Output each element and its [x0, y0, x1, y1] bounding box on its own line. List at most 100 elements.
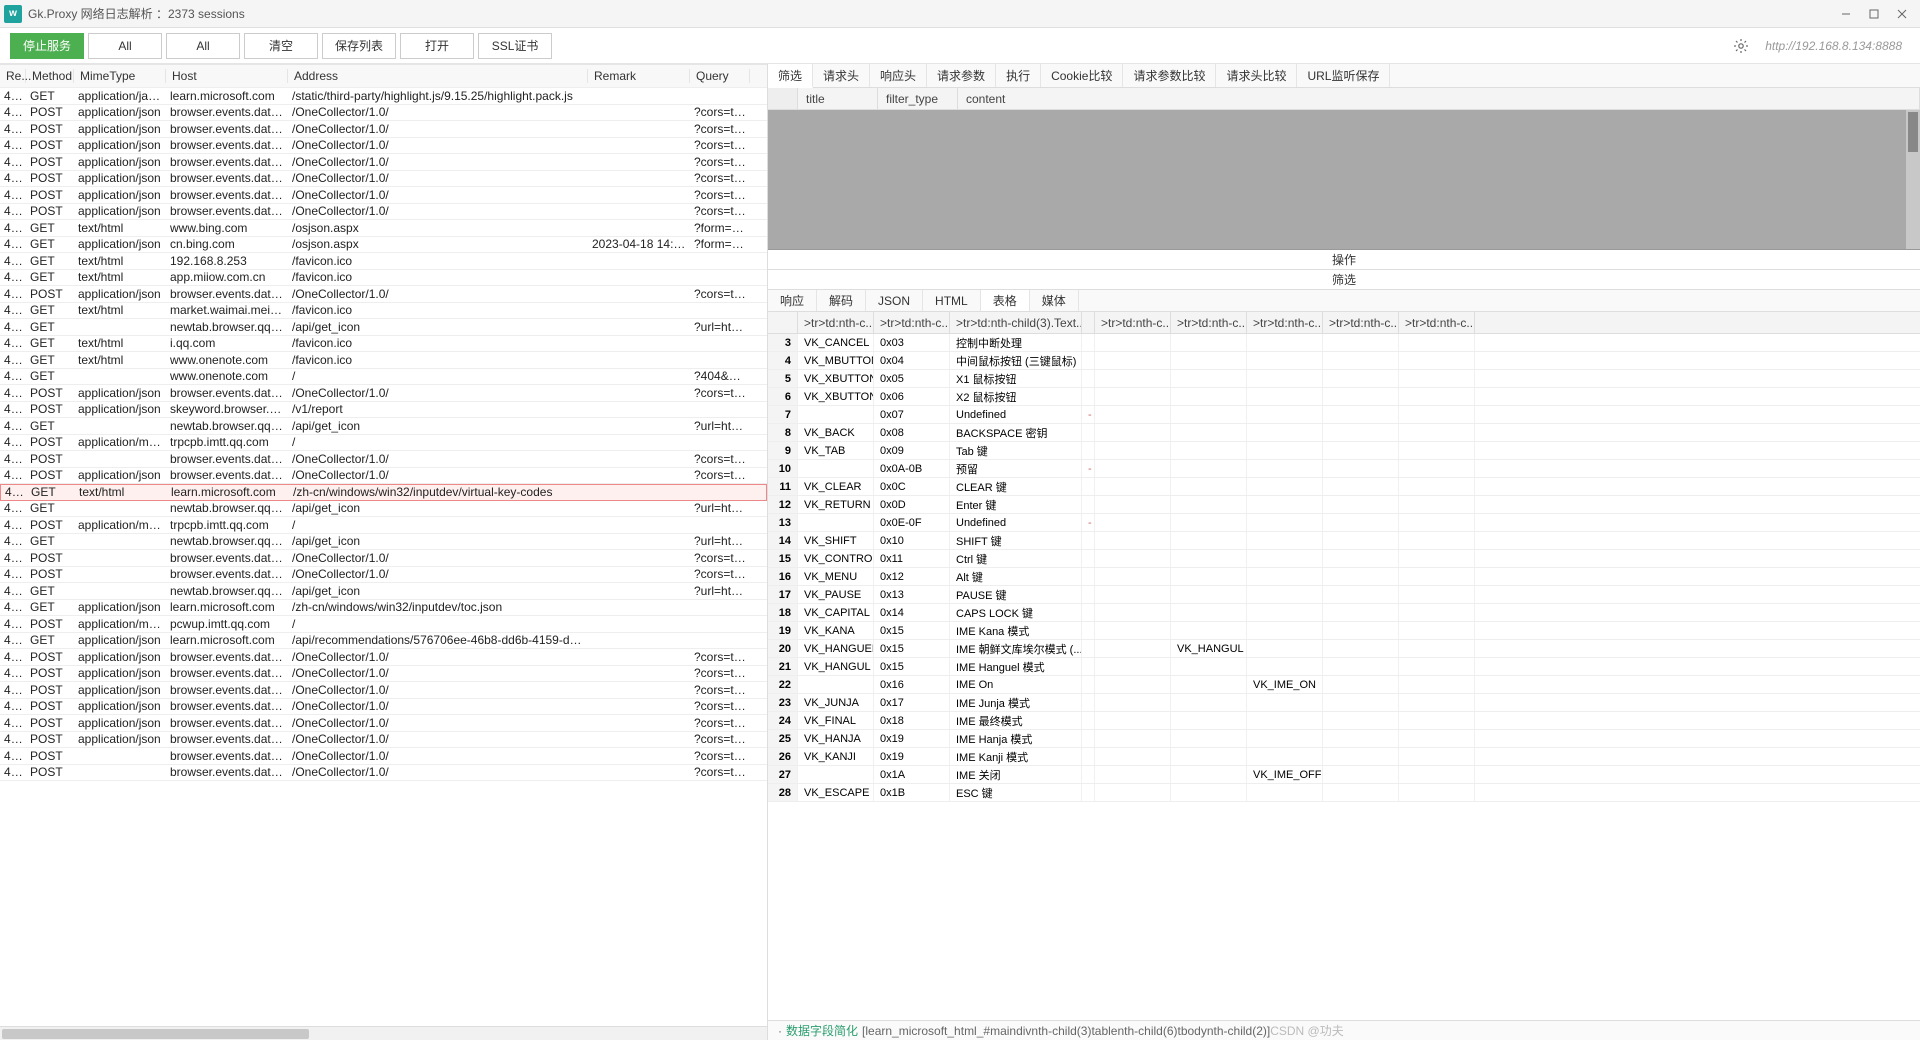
right-tab[interactable]: Cookie比较	[1041, 64, 1123, 87]
session-row[interactable]: 421...GETwww.onenote.com/?404&pub	[0, 369, 767, 386]
session-row[interactable]: 420...GETtext/htmlwww.bing.com/osjson.as…	[0, 220, 767, 237]
sub-tab[interactable]: 表格	[981, 290, 1030, 311]
session-row[interactable]: 421...GETnewtab.browser.qq.com/api/get_i…	[0, 583, 767, 600]
filter-row[interactable]: 筛选	[768, 270, 1920, 290]
session-row[interactable]: 421...GETnewtab.browser.qq.com/api/get_i…	[0, 319, 767, 336]
right-tab[interactable]: 请求参数	[927, 64, 996, 87]
vk-row[interactable]: 16VK_MENU0x12Alt 键	[768, 568, 1920, 586]
scrollbar-thumb[interactable]	[2, 1029, 309, 1039]
vk-row[interactable]: 5VK_XBUTTON10x05X1 鼠标按钮	[768, 370, 1920, 388]
session-row[interactable]: 421...GETtext/htmlwww.onenote.com/favico…	[0, 352, 767, 369]
sub-tab[interactable]: 响应	[768, 290, 817, 311]
vk-row[interactable]: 12VK_RETURN0x0DEnter 键	[768, 496, 1920, 514]
sub-tab[interactable]: 媒体	[1030, 290, 1079, 311]
vk-row[interactable]: 24VK_FINAL0x18IME 最终模式	[768, 712, 1920, 730]
sub-tab[interactable]: JSON	[866, 290, 923, 311]
vk-header-cell[interactable]: >tr>td:nth-c...	[1095, 312, 1171, 333]
maximize-icon[interactable]	[1860, 2, 1888, 26]
session-row[interactable]: 421...POSTapplication/jsonbrowser.events…	[0, 385, 767, 402]
session-row[interactable]: 421...POSTapplication/mult...trpcpb.imtt…	[0, 517, 767, 534]
vk-row[interactable]: 270x1AIME 关闭VK_IME_OFF	[768, 766, 1920, 784]
session-row[interactable]: 421...POSTapplication/jsonbrowser.events…	[0, 468, 767, 485]
session-row[interactable]: 421...POSTbrowser.events.data.mi.../OneC…	[0, 748, 767, 765]
sub-tab[interactable]: 解码	[817, 290, 866, 311]
session-row[interactable]: 421...GETnewtab.browser.qq.com/api/get_i…	[0, 501, 767, 518]
session-row[interactable]: 420...POSTapplication/jsonbrowser.events…	[0, 171, 767, 188]
vk-row[interactable]: 19VK_KANA0x15IME Kana 模式	[768, 622, 1920, 640]
session-row[interactable]: 420...POSTapplication/jsonbrowser.events…	[0, 105, 767, 122]
ssl-cert-button[interactable]: SSL证书	[478, 33, 552, 59]
right-tab[interactable]: 请求头比较	[1216, 64, 1297, 87]
vk-row[interactable]: 70x07Undefined-	[768, 406, 1920, 424]
sub-tab[interactable]: HTML	[923, 290, 981, 311]
vk-header-cell[interactable]	[768, 312, 798, 333]
right-tab[interactable]: 筛选	[768, 64, 813, 88]
session-row[interactable]: 421...POSTbrowser.events.data.mi.../OneC…	[0, 550, 767, 567]
vk-row[interactable]: 220x16IME OnVK_IME_ON	[768, 676, 1920, 694]
session-row[interactable]: 421...GETtext/htmllearn.microsoft.com/zh…	[0, 484, 767, 501]
vk-row[interactable]: 100x0A-0B预留-	[768, 460, 1920, 478]
settings-gear-icon[interactable]	[1729, 34, 1753, 58]
right-tab[interactable]: URL监听保存	[1297, 64, 1390, 87]
filter-vscroll[interactable]	[1906, 110, 1920, 249]
vk-row[interactable]: 15VK_CONTROL0x11Ctrl 键	[768, 550, 1920, 568]
session-row[interactable]: 421...POSTapplication/jsonbrowser.events…	[0, 699, 767, 716]
vk-row[interactable]: 14VK_SHIFT0x10SHIFT 键	[768, 532, 1920, 550]
session-row[interactable]: 420...GETapplication/java...learn.micros…	[0, 88, 767, 105]
vk-row[interactable]: 11VK_CLEAR0x0CCLEAR 键	[768, 478, 1920, 496]
vk-row[interactable]: 130x0E-0FUndefined-	[768, 514, 1920, 532]
col-request[interactable]: Re...	[0, 69, 26, 83]
vk-table-wrap[interactable]: >tr>td:nth-c...>tr>td:nth-c...>tr>td:nth…	[768, 312, 1920, 1020]
vk-row[interactable]: 18VK_CAPITAL0x14CAPS LOCK 键	[768, 604, 1920, 622]
vk-row[interactable]: 23VK_JUNJA0x17IME Junja 模式	[768, 694, 1920, 712]
session-row[interactable]: 421...POSTapplication/jsonbrowser.events…	[0, 732, 767, 749]
session-row[interactable]: 421...POSTapplication/mult...trpcpb.imtt…	[0, 435, 767, 452]
close-icon[interactable]	[1888, 2, 1916, 26]
open-button[interactable]: 打开	[400, 33, 474, 59]
session-row[interactable]: 421...GETapplication/jsonlearn.microsoft…	[0, 600, 767, 617]
stop-service-button[interactable]: 停止服务	[10, 33, 84, 59]
session-row[interactable]: 421...POSTapplication/mult...pcwup.imtt.…	[0, 616, 767, 633]
vk-header-cell[interactable]: >tr>td:nth-c...	[1399, 312, 1475, 333]
save-list-button[interactable]: 保存列表	[322, 33, 396, 59]
vk-row[interactable]: 3VK_CANCEL0x03控制中断处理	[768, 334, 1920, 352]
session-row[interactable]: 421...POSTapplication/jsonskeyword.brows…	[0, 402, 767, 419]
session-row[interactable]: 421...POSTapplication/jsonbrowser.events…	[0, 682, 767, 699]
all-button-2[interactable]: All	[166, 33, 240, 59]
vk-row[interactable]: 8VK_BACK0x08BACKSPACE 密钥	[768, 424, 1920, 442]
col-method[interactable]: Method	[26, 69, 74, 83]
session-row[interactable]: 421...POSTbrowser.events.data.mi.../OneC…	[0, 567, 767, 584]
session-row[interactable]: 421...GETapplication/jsoncn.bing.com/osj…	[0, 237, 767, 254]
right-tab[interactable]: 请求头	[813, 64, 870, 87]
right-tab[interactable]: 执行	[996, 64, 1041, 87]
filter-col-type[interactable]: filter_type	[878, 88, 958, 109]
col-remark[interactable]: Remark	[588, 69, 690, 83]
session-row[interactable]: 421...POSTapplication/jsonbrowser.events…	[0, 649, 767, 666]
vk-row[interactable]: 20VK_HANGUEL0x15IME 朝鲜文库埃尔模式 (...VK_HANG…	[768, 640, 1920, 658]
vk-header-cell[interactable]: >tr>td:nth-c...	[798, 312, 874, 333]
status-link[interactable]: 数据字段简化	[786, 1022, 858, 1039]
session-row[interactable]: 420...POSTapplication/jsonbrowser.events…	[0, 187, 767, 204]
filter-col-title[interactable]: title	[798, 88, 878, 109]
vk-row[interactable]: 28VK_ESCAPE0x1BESC 键	[768, 784, 1920, 802]
session-row[interactable]: 420...POSTapplication/jsonbrowser.events…	[0, 204, 767, 221]
vk-row[interactable]: 6VK_XBUTTON20x06X2 鼠标按钮	[768, 388, 1920, 406]
vk-row[interactable]: 17VK_PAUSE0x13PAUSE 键	[768, 586, 1920, 604]
session-row[interactable]: 420...POSTapplication/jsonbrowser.events…	[0, 154, 767, 171]
session-row[interactable]: 421...GETtext/htmlapp.miiow.com.cn/favic…	[0, 270, 767, 287]
vk-row[interactable]: 9VK_TAB0x09Tab 键	[768, 442, 1920, 460]
vk-header-cell[interactable]: >tr>td:nth-c...	[1247, 312, 1323, 333]
session-row[interactable]: 421...POSTbrowser.events.data.mi.../OneC…	[0, 451, 767, 468]
horizontal-scrollbar[interactable]	[0, 1026, 767, 1040]
filter-vscroll-thumb[interactable]	[1908, 112, 1918, 152]
filter-col-content[interactable]: content	[958, 88, 1920, 109]
right-tab[interactable]: 响应头	[870, 64, 927, 87]
vk-row[interactable]: 25VK_HANJA0x19IME Hanja 模式	[768, 730, 1920, 748]
session-row[interactable]: 421...GETtext/htmlmarket.waimai.meituan.…	[0, 303, 767, 320]
vk-header-cell[interactable]: >tr>td:nth-c...	[1323, 312, 1399, 333]
minimize-icon[interactable]	[1832, 2, 1860, 26]
vk-row[interactable]: 4VK_MBUTTON0x04中间鼠标按钮 (三键鼠标)	[768, 352, 1920, 370]
session-row[interactable]: 420...GETtext/html192.168.8.253/favicon.…	[0, 253, 767, 270]
session-row[interactable]: 420...POSTapplication/jsonbrowser.events…	[0, 138, 767, 155]
col-mime[interactable]: MimeType	[74, 69, 166, 83]
